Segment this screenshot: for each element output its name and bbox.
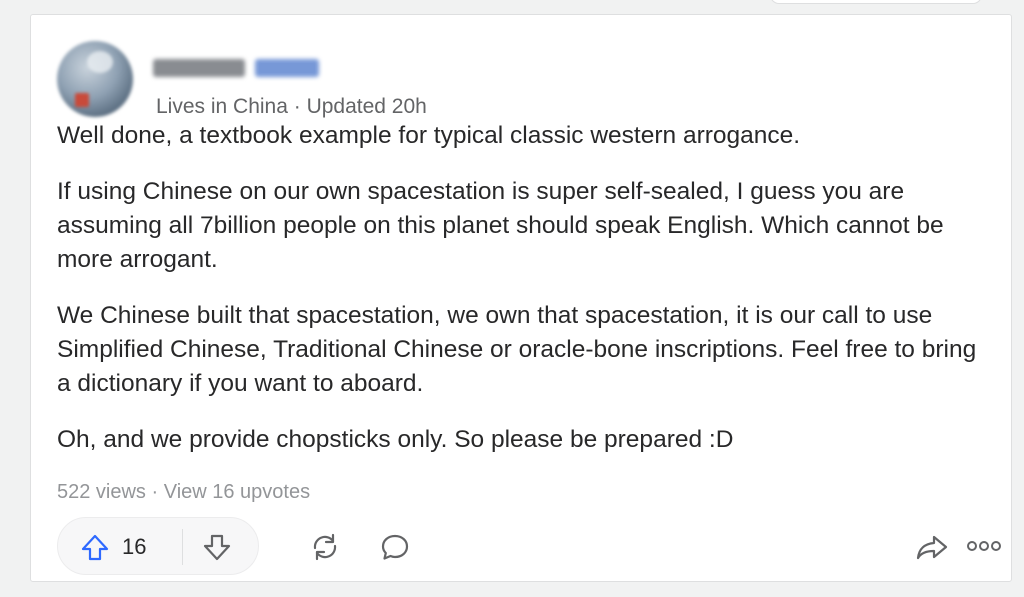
- avatar[interactable]: [57, 41, 133, 117]
- answer-paragraph: If using Chinese on our own spacestation…: [57, 178, 944, 273]
- more-button[interactable]: [967, 539, 1001, 553]
- arrow-down-icon: [202, 532, 232, 562]
- action-bar: 16: [57, 517, 1001, 575]
- upvote-button[interactable]: 16: [80, 532, 146, 562]
- more-icon: [967, 539, 1001, 553]
- answer-header: Lives in China · Updated 20h: [57, 41, 657, 121]
- reshare-icon: [309, 531, 341, 563]
- answer-paragraph: Oh, and we provide chopsticks only. So p…: [57, 426, 734, 453]
- comment-icon: [379, 531, 411, 563]
- vote-divider: [182, 529, 183, 565]
- comment-button[interactable]: [379, 531, 411, 563]
- arrow-up-icon: [80, 532, 110, 562]
- answer-paragraph: We Chinese built that spacestation, we o…: [57, 302, 977, 397]
- answer-paragraph: Well done, a textbook example for typica…: [57, 122, 801, 149]
- answer-stats[interactable]: 522 views · View 16 upvotes: [57, 481, 310, 504]
- upvote-count: 16: [122, 534, 147, 559]
- author-meta: Lives in China · Updated 20h: [156, 95, 427, 118]
- reshare-button[interactable]: [309, 531, 341, 563]
- answer-content: Well done, a textbook example for typica…: [57, 119, 987, 479]
- search-bar-edge[interactable]: [770, 0, 982, 4]
- answer-card: Lives in China · Updated 20h Well done, …: [30, 14, 1012, 582]
- downvote-button[interactable]: [202, 532, 232, 562]
- share-arrow-icon: [915, 531, 949, 563]
- author-name-obscured[interactable]: [153, 59, 319, 81]
- vote-pill: 16: [57, 517, 259, 575]
- share-button[interactable]: [915, 531, 949, 563]
